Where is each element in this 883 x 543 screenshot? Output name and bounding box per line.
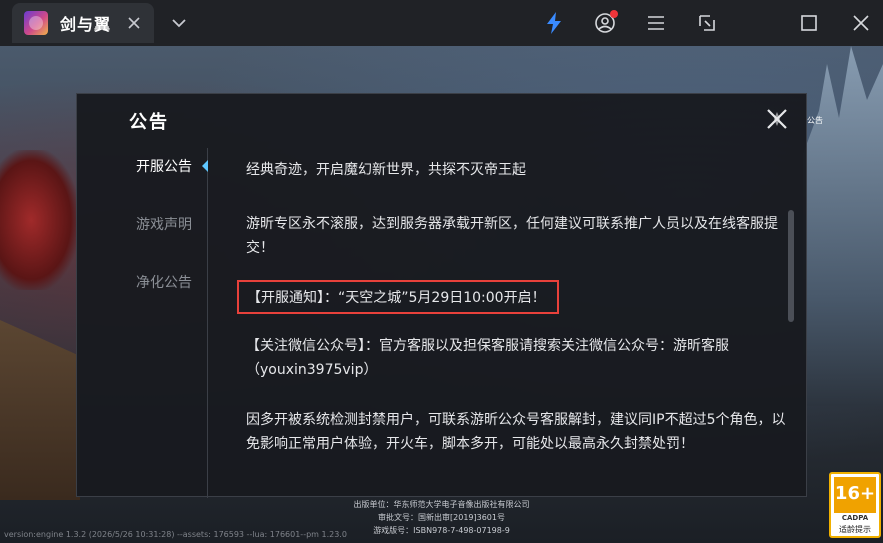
notification-dot [610, 10, 618, 18]
publisher-text: 出版单位：华东师范大学电子音像出版社有限公司 [353, 500, 530, 509]
announcement-shortcut-label: 公告 [807, 116, 823, 125]
paragraph-intro: 经典奇迹，开启魔幻新世界，共探不灭帝王起 [246, 162, 526, 178]
age-rating-badge[interactable]: 16+ CADPA 适龄提示 [829, 472, 881, 538]
user-icon[interactable] [592, 10, 618, 36]
app-window: 剑与翼 公告 公告 开服公告 游戏声明 净化公告 经典奇迹，开启魔幻新世界，共探… [0, 0, 883, 543]
background-character [0, 150, 78, 290]
window-close-icon[interactable] [848, 10, 874, 36]
age-rating-org: CADPA [841, 514, 869, 522]
screenshot-icon[interactable] [694, 10, 720, 36]
nav-item-game-statement[interactable]: 游戏声明 [77, 209, 208, 239]
version-text: version:engine 1.3.2 (2026/5/26 10:31:28… [4, 530, 347, 539]
paragraph-wechat: 【关注微信公众号】：官方客服以及担保客服请搜索关注微信公众号：游昕客服（youx… [246, 338, 729, 378]
modal-title: 公告 [129, 112, 169, 133]
announcement-modal: 公告 开服公告 游戏声明 净化公告 经典奇迹，开启魔幻新世界，共探不灭帝王起 游… [76, 93, 807, 498]
paragraph-policy: 游昕专区永不滚服，达到服务器承载开新区，任何建议可联系推广人员以及在线客服提交！ [246, 216, 778, 256]
scrollbar[interactable] [788, 210, 794, 322]
titlebar: 剑与翼 [0, 0, 883, 46]
chevron-down-icon[interactable] [168, 12, 190, 34]
maximize-icon[interactable] [796, 10, 822, 36]
game-logo-icon [24, 11, 48, 35]
tab-close-icon[interactable] [124, 13, 144, 33]
paragraph-ban-notice: 因多开被系统检测封禁用户，可联系游昕公众号客服解封，建议同IP不超过5个角色，以… [246, 412, 786, 452]
approval-text: 审批文号：国新出审[2019]3601号 [378, 513, 505, 522]
announcement-shortcut[interactable] [805, 93, 831, 133]
modal-close-icon[interactable] [764, 106, 790, 132]
nav-item-label: 游戏声明 [136, 217, 192, 233]
lightning-icon[interactable] [541, 10, 567, 36]
tab-title: 剑与翼 [60, 15, 112, 34]
nav-item-label: 净化公告 [136, 275, 192, 291]
age-rating-bg: 16+ [834, 477, 876, 513]
paragraph-server-notice: 【开服通知】：“天空之城”5月29日10:00开启！ [247, 290, 546, 306]
nav-item-cleanup[interactable]: 净化公告 [77, 267, 208, 297]
age-rating-label: 16+ [834, 483, 876, 504]
modal-header: 公告 [77, 94, 806, 144]
menu-icon[interactable] [643, 10, 669, 36]
announcement-nav: 开服公告 游戏声明 净化公告 [77, 148, 208, 498]
nav-item-label: 开服公告 [136, 159, 192, 175]
game-tab[interactable]: 剑与翼 [12, 3, 154, 43]
age-rating-hint: 适龄提示 [839, 525, 871, 534]
announcement-content[interactable]: 经典奇迹，开启魔幻新世界，共探不灭帝王起 游昕专区永不滚服，达到服务器承载开新区… [209, 144, 794, 498]
nav-item-server-open[interactable]: 开服公告 [77, 151, 208, 181]
